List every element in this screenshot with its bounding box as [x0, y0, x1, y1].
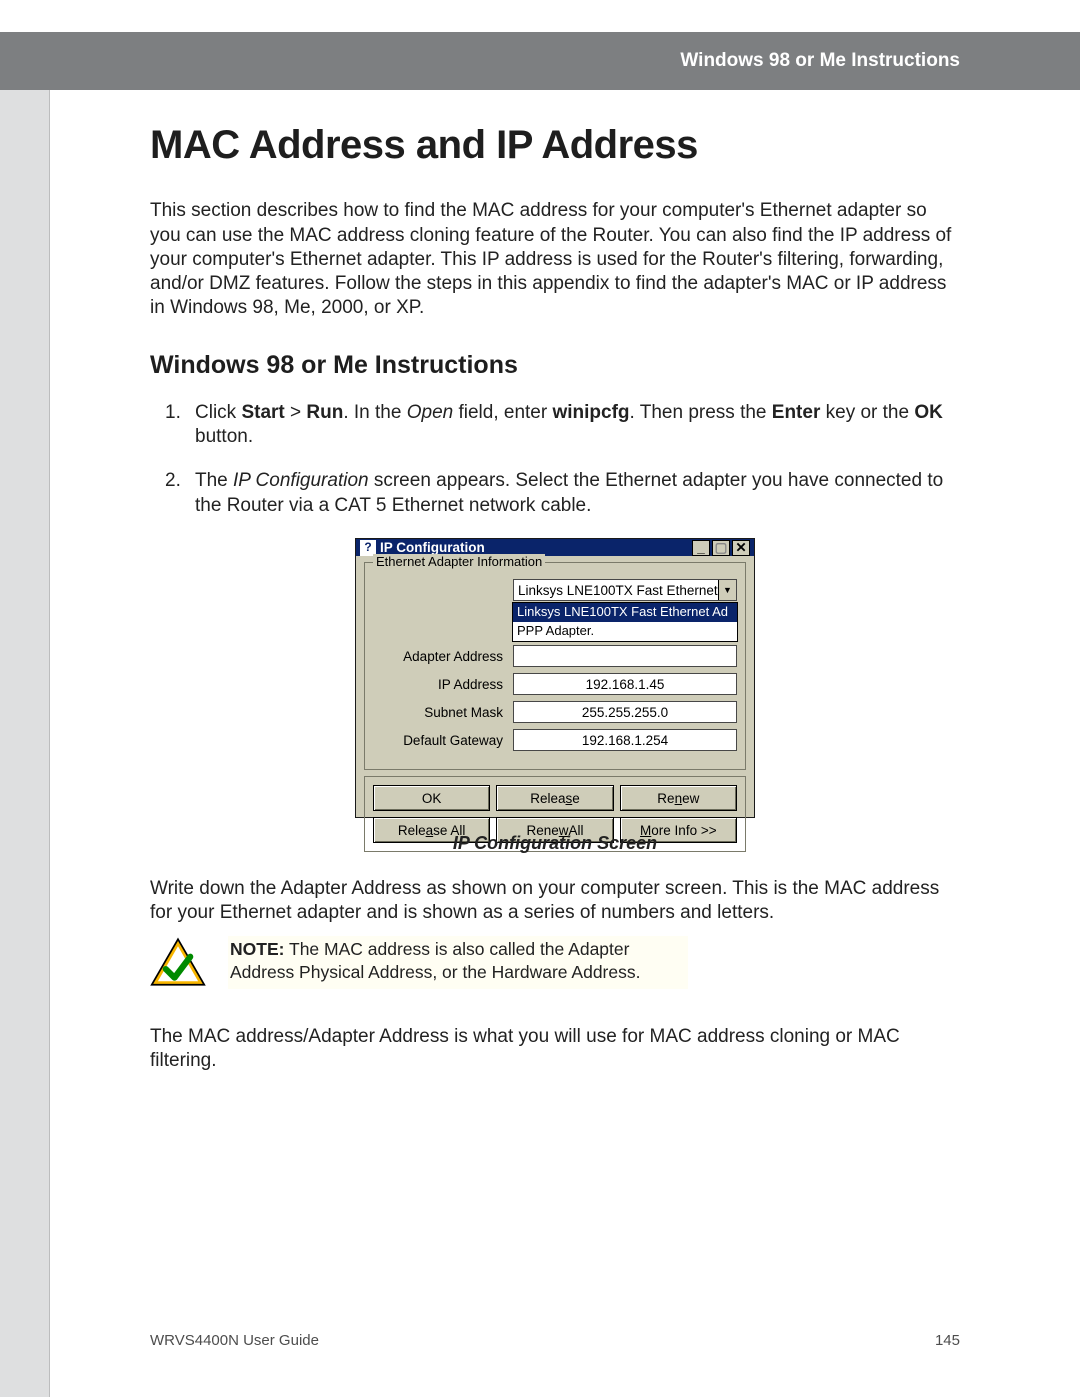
group-label: Ethernet Adapter Information [373, 554, 545, 571]
window-body: Ethernet Adapter Information Linksys LNE… [356, 556, 754, 860]
adapter-dropdown[interactable]: Linksys LNE100TX Fast Ethernet Ad PPP Ad… [512, 602, 738, 641]
left-tab-strip [0, 90, 50, 1397]
default-gateway-label: Default Gateway [373, 732, 513, 749]
minimize-button[interactable]: _ [692, 540, 710, 556]
release-button[interactable]: Release [496, 785, 613, 811]
ip-address-label: IP Address [373, 676, 513, 693]
chevron-down-icon[interactable] [718, 580, 736, 600]
figure-caption: IP Configuration Screen [150, 832, 960, 855]
step-2-text: The IP Configuration screen appears. Sel… [195, 470, 943, 515]
maximize-button[interactable]: ▢ [712, 540, 730, 556]
adapter-info-group: Ethernet Adapter Information Linksys LNE… [364, 562, 746, 770]
step-1: 1. Click Start > Run. In the Open field,… [195, 401, 960, 450]
step-2: 2. The IP Configuration screen appears. … [195, 469, 960, 518]
step-number: 2. [165, 469, 181, 493]
page: Windows 98 or Me Instructions MAC Addres… [0, 0, 1080, 1397]
intro-paragraph: This section describes how to find the M… [150, 199, 960, 321]
subnet-mask-label: Subnet Mask [373, 704, 513, 721]
note-text: NOTE: The MAC address is also called the… [228, 936, 688, 989]
page-footer: WRVS4400N User Guide 145 [150, 1332, 960, 1349]
check-warning-icon [150, 936, 206, 995]
note-block: NOTE: The MAC address is also called the… [150, 936, 960, 995]
dropdown-option[interactable]: Linksys LNE100TX Fast Ethernet Ad [513, 603, 737, 622]
renew-button[interactable]: Renew [620, 785, 737, 811]
combobox-value: Linksys LNE100TX Fast Ethernet [518, 582, 718, 599]
adapter-address-value [513, 645, 737, 667]
page-number: 145 [935, 1332, 960, 1349]
ok-button[interactable]: OK [373, 785, 490, 811]
adapter-address-label: Adapter Address [373, 648, 513, 665]
adapter-combobox[interactable]: Linksys LNE100TX Fast Ethernet Linksys L… [513, 579, 737, 601]
header-bar: Windows 98 or Me Instructions [0, 32, 1080, 90]
main-content: MAC Address and IP Address This section … [150, 120, 960, 1317]
paragraph: The MAC address/Adapter Address is what … [150, 1025, 960, 1074]
close-button[interactable]: ✕ [732, 540, 750, 556]
subnet-mask-value: 255.255.255.0 [513, 701, 737, 723]
dropdown-option[interactable]: PPP Adapter. [513, 622, 737, 641]
footer-left: WRVS4400N User Guide [150, 1332, 319, 1349]
ip-configuration-window: ? IP Configuration _ ▢ ✕ Ethernet Adapte… [355, 538, 755, 818]
header-title: Windows 98 or Me Instructions [680, 50, 960, 72]
step-1-text: Click Start > Run. In the Open field, en… [195, 402, 943, 447]
app-icon: ? [360, 540, 376, 556]
section-heading: Windows 98 or Me Instructions [150, 349, 960, 381]
page-title: MAC Address and IP Address [150, 120, 960, 171]
paragraph: Write down the Adapter Address as shown … [150, 877, 960, 926]
ordered-steps: 1. Click Start > Run. In the Open field,… [150, 401, 960, 518]
step-number: 1. [165, 401, 181, 425]
ip-address-value: 192.168.1.45 [513, 673, 737, 695]
adapter-select-row: Linksys LNE100TX Fast Ethernet Linksys L… [373, 579, 737, 601]
default-gateway-value: 192.168.1.254 [513, 729, 737, 751]
